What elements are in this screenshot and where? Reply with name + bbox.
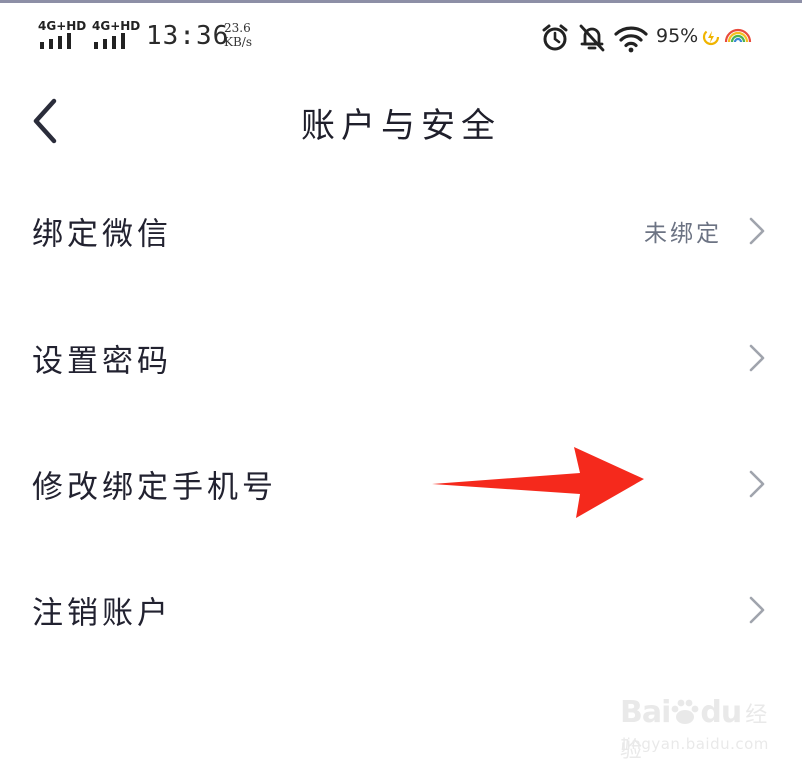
network-type-label: 4G+HD [38, 19, 87, 33]
charging-icon [702, 28, 720, 46]
network-speed: 23.6 KB/s [224, 21, 252, 49]
watermark-brand-tail: du [700, 695, 742, 730]
watermark-logo: Bai du 经验 [620, 695, 782, 765]
wifi-icon [614, 26, 648, 53]
chevron-right-icon [749, 470, 765, 498]
menu-item-bind-wechat[interactable]: 绑定微信 未绑定 [0, 181, 802, 281]
chevron-right-icon [749, 344, 765, 372]
battery-percentage: 95% [656, 25, 699, 47]
menu-item-label: 设置密码 [32, 343, 172, 380]
network-type-label: 4G+HD [92, 19, 141, 33]
watermark-domain: jingyan.baidu.com [622, 735, 769, 753]
status-bar: 4G+HD 4G+HD 13:36 23.6 KB/s 95% [0, 3, 802, 73]
baidu-jingyan-watermark: Bai du 经验 jingyan.baidu.com [612, 687, 782, 767]
page-title: 账户与安全 [301, 106, 501, 146]
alarm-icon [542, 24, 568, 51]
annotation-arrow-icon [432, 447, 644, 518]
chevron-right-icon [749, 596, 765, 624]
network-speed-unit: KB/s [224, 35, 252, 49]
watermark-brand-text: Bai [620, 695, 671, 730]
mute-bell-icon [579, 24, 605, 52]
signal-icon [94, 33, 125, 49]
menu-item-delete-account[interactable]: 注销账户 [0, 560, 802, 660]
signal-icon [40, 33, 71, 49]
chevron-right-icon [749, 217, 765, 245]
paw-icon [672, 699, 699, 724]
menu-item-label: 修改绑定手机号 [32, 469, 277, 506]
status-clock: 13:36 [146, 21, 230, 51]
menu-item-change-phone[interactable]: 修改绑定手机号 [0, 434, 802, 534]
network-speed-value: 23.6 [224, 21, 251, 35]
wechat-bind-status: 未绑定 [644, 221, 722, 247]
menu-item-set-password[interactable]: 设置密码 [0, 308, 802, 408]
signal-indicator-2: 4G+HD [92, 19, 141, 53]
menu-item-label: 绑定微信 [32, 216, 172, 253]
rainbow-icon [724, 28, 752, 43]
phone-screen: 4G+HD 4G+HD 13:36 23.6 KB/s 95% 账户与安全 绑定… [0, 0, 802, 770]
signal-indicator-1: 4G+HD [38, 19, 87, 53]
menu-item-label: 注销账户 [32, 595, 172, 632]
